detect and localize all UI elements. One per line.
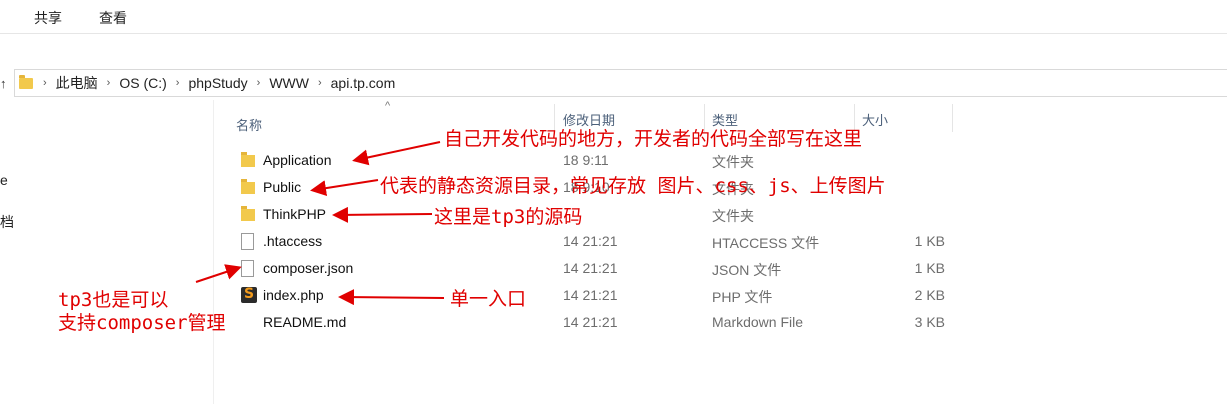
annotation-thinkphp: 这里是tp3的源码 — [434, 206, 583, 228]
arrow-composer — [195, 264, 242, 283]
annotation-public: 代表的静态资源目录，常见存放 图片、css、js、上传图片 — [380, 175, 886, 197]
arrow-thinkphp — [332, 206, 433, 223]
annotation-index: 单一入口 — [450, 288, 527, 310]
annotation-arrows — [195, 141, 445, 306]
arrow-public — [310, 179, 379, 197]
annotation-application: 自己开发代码的地方，开发者的代码全部写在这里 — [444, 128, 863, 150]
annotation-composer-line2: 支持composer管理 — [58, 312, 226, 334]
arrow-index — [338, 289, 445, 306]
arrow-application — [352, 141, 441, 166]
